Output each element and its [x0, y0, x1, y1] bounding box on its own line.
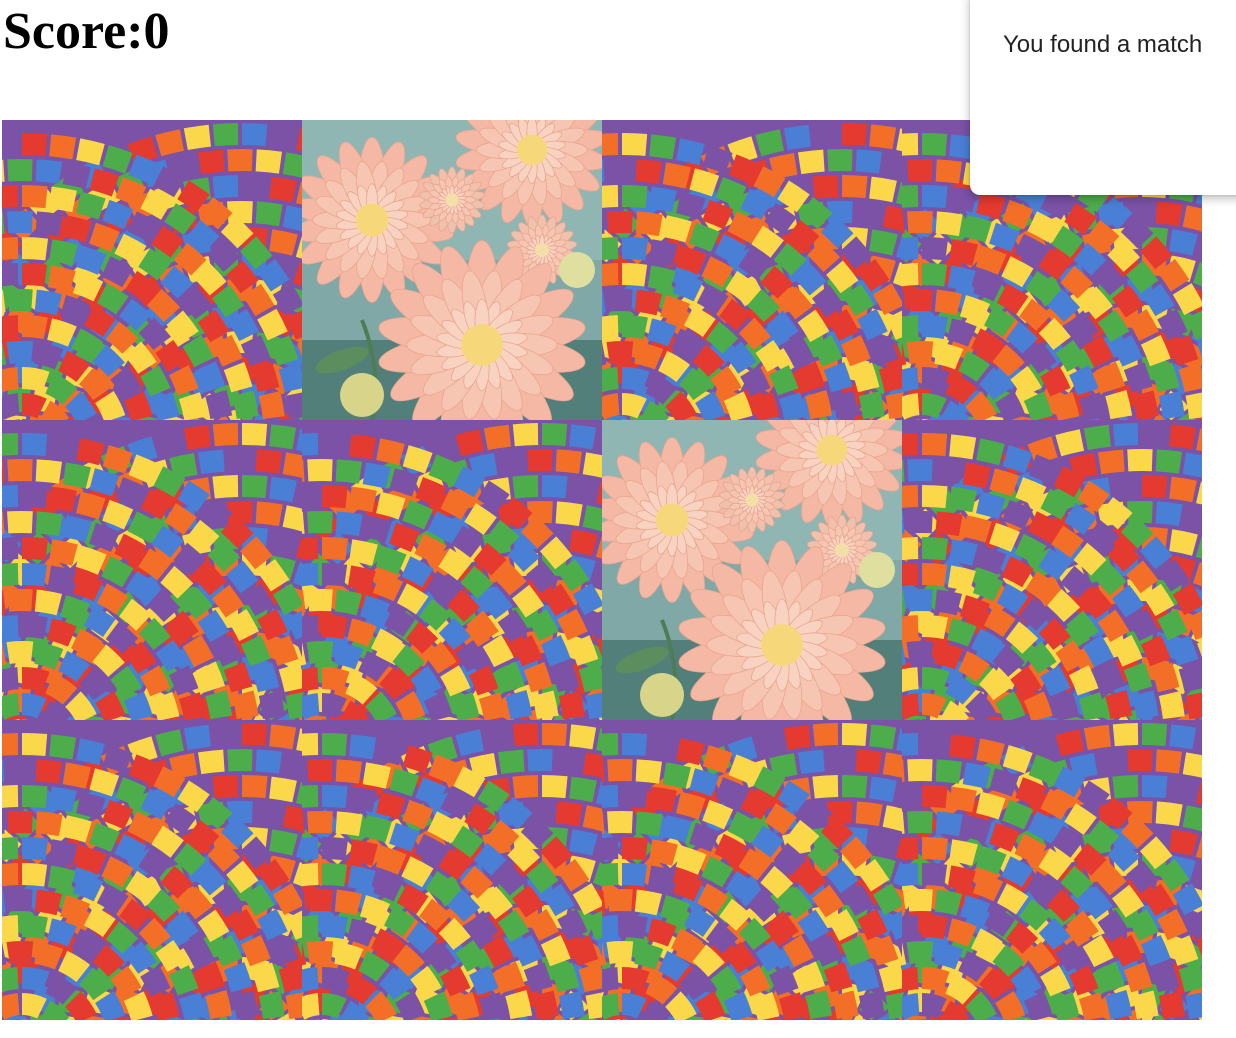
score-value: 0: [143, 3, 170, 60]
card-back-pattern: [302, 720, 602, 1020]
memory-card[interactable]: [302, 420, 602, 720]
memory-card[interactable]: [902, 420, 1202, 720]
card-back-pattern: [2, 720, 302, 1020]
score-label: Score:: [3, 3, 144, 60]
memory-card[interactable]: [602, 120, 902, 420]
memory-card[interactable]: [2, 720, 302, 1020]
memory-card-flipped[interactable]: [302, 120, 602, 420]
memory-card[interactable]: [2, 120, 302, 420]
card-back-pattern: [602, 720, 902, 1020]
memory-card[interactable]: [302, 720, 602, 1020]
dahlia-flower-image: [602, 420, 902, 720]
match-notification: You found a match: [970, 0, 1236, 195]
memory-card-flipped[interactable]: [602, 420, 902, 720]
memory-card[interactable]: [902, 720, 1202, 1020]
notification-message: You found a match: [1003, 31, 1203, 58]
memory-card[interactable]: [2, 420, 302, 720]
card-back-pattern: [302, 420, 602, 720]
memory-card[interactable]: [602, 720, 902, 1020]
dahlia-flower-image: [302, 120, 602, 420]
score-display: Score:0: [3, 0, 170, 64]
card-back-pattern: [602, 120, 902, 420]
card-back-pattern: [2, 420, 302, 720]
card-back-pattern: [902, 420, 1202, 720]
card-grid: [2, 120, 1202, 1020]
card-back-pattern: [902, 720, 1202, 1020]
card-back-pattern: [2, 120, 302, 420]
